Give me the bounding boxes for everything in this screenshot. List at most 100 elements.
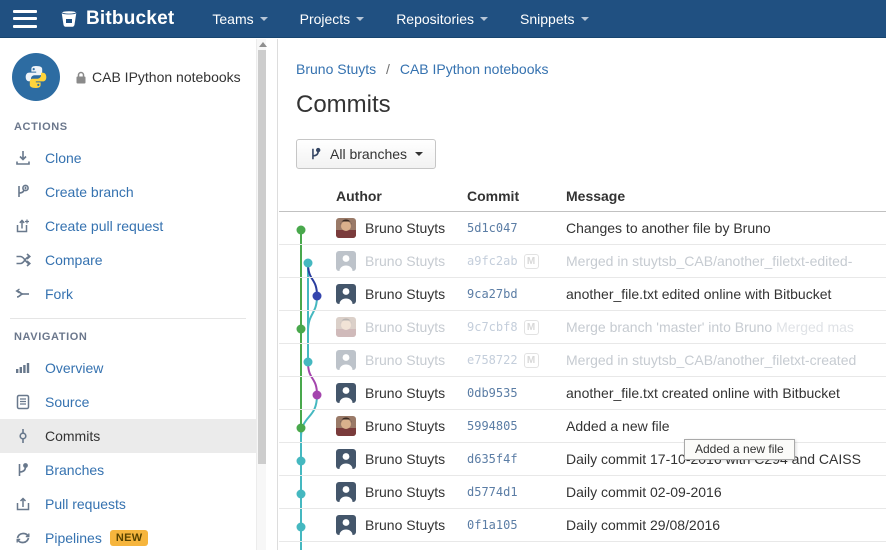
- navbar-item-repositories[interactable]: Repositories: [380, 0, 504, 38]
- navbar-item-label: Teams: [212, 11, 253, 27]
- author-name[interactable]: Bruno Stuyts: [365, 451, 445, 467]
- pull-request-plus-icon: [14, 217, 32, 235]
- default-avatar[interactable]: [336, 284, 356, 304]
- default-avatar[interactable]: [336, 383, 356, 403]
- author-cell: Bruno Stuyts: [336, 515, 467, 535]
- author-name[interactable]: Bruno Stuyts: [365, 418, 445, 434]
- sidebar-item-overview[interactable]: Overview: [0, 351, 256, 385]
- breadcrumb-owner-link[interactable]: Bruno Stuyts: [296, 61, 376, 77]
- commits-table: Author Commit Message Bruno Stuyts 5d1c0…: [279, 184, 886, 550]
- sidebar-item-create-pull-request[interactable]: Create pull request: [0, 209, 256, 243]
- table-row[interactable]: Bruno Stuyts a9fc2ab M Merged in stuytsb…: [279, 245, 886, 278]
- sidebar-item-label: Commits: [45, 428, 100, 444]
- user-photo-avatar[interactable]: [336, 416, 356, 436]
- author-name[interactable]: Bruno Stuyts: [365, 517, 445, 533]
- scrollbar-up-arrow[interactable]: [259, 42, 267, 47]
- commit-hash-link[interactable]: 0f1a105: [467, 518, 518, 532]
- default-avatar[interactable]: [336, 449, 356, 469]
- sidebar-item-branches[interactable]: Branches: [0, 453, 256, 487]
- commit-hash-link[interactable]: 9ca27bd: [467, 287, 518, 301]
- commit-hash-link[interactable]: 9c7cbf8: [467, 320, 518, 334]
- sidebar-item-pull-requests[interactable]: Pull requests: [0, 487, 256, 521]
- commit-cell: a9fc2ab M: [467, 254, 566, 269]
- author-cell: Bruno Stuyts: [336, 251, 467, 271]
- repo-avatar[interactable]: [12, 53, 60, 101]
- default-avatar[interactable]: [336, 350, 356, 370]
- pull-requests-icon: [14, 495, 32, 513]
- sidebar-item-label: Fork: [45, 286, 73, 302]
- hamburger-menu-icon[interactable]: [13, 10, 37, 28]
- table-row[interactable]: Bruno Stuyts 0db9535 another_file.txt cr…: [279, 377, 886, 410]
- navbar-item-projects[interactable]: Projects: [284, 0, 381, 38]
- default-avatar[interactable]: [336, 482, 356, 502]
- table-row[interactable]: Bruno Stuyts d635f4f Daily commit 17-10-…: [279, 443, 886, 476]
- navbar-item-teams[interactable]: Teams: [196, 0, 283, 38]
- sidebar-scrollbar[interactable]: [256, 39, 266, 550]
- commit-message: another_file.txt edited online with Bitb…: [566, 286, 886, 302]
- commit-hash-link[interactable]: e758722: [467, 353, 518, 367]
- bitbucket-logo[interactable]: Bitbucket: [59, 8, 174, 30]
- navbar-menu: Teams Projects Repositories Snippets: [196, 0, 604, 38]
- author-name[interactable]: Bruno Stuyts: [365, 253, 445, 269]
- merge-badge: M: [524, 353, 539, 368]
- navbar-item-label: Projects: [300, 11, 351, 27]
- chevron-down-icon: [260, 17, 268, 21]
- author-name[interactable]: Bruno Stuyts: [365, 352, 445, 368]
- actions-section-label: ACTIONS: [14, 121, 68, 133]
- author-name[interactable]: Bruno Stuyts: [365, 484, 445, 500]
- brand-name: Bitbucket: [86, 8, 174, 30]
- author-name[interactable]: Bruno Stuyts: [365, 385, 445, 401]
- navbar-item-snippets[interactable]: Snippets: [504, 0, 604, 38]
- table-row[interactable]: Bruno Stuyts d5774d1 Daily commit 02-09-…: [279, 476, 886, 509]
- table-row[interactable]: Bruno Stuyts 9c7cbf8 M Merge branch 'mas…: [279, 311, 886, 344]
- commit-hash-link[interactable]: 5d1c047: [467, 221, 518, 235]
- compare-icon: [14, 251, 32, 269]
- table-row[interactable]: Bruno Stuyts 5994805 Added a new file: [279, 410, 886, 443]
- author-name[interactable]: Bruno Stuyts: [365, 220, 445, 236]
- table-row[interactable]: Bruno Stuyts e758722 M Merged in stuytsb…: [279, 344, 886, 377]
- commit-message: Changes to another file by Bruno: [566, 220, 886, 236]
- commit-hash-link[interactable]: 5994805: [467, 419, 518, 433]
- python-logo-icon: [21, 62, 51, 92]
- table-row[interactable]: Bruno Stuyts 0f1a105 Daily commit 29/08/…: [279, 509, 886, 542]
- author-cell: Bruno Stuyts: [336, 482, 467, 502]
- bucket-icon: [59, 9, 79, 29]
- sidebar-item-source[interactable]: Source: [0, 385, 256, 419]
- table-row[interactable]: Bruno Stuyts 9ca27bd another_file.txt ed…: [279, 278, 886, 311]
- page-title: Commits: [296, 91, 391, 119]
- commit-hash-link[interactable]: d635f4f: [467, 452, 518, 466]
- author-name[interactable]: Bruno Stuyts: [365, 319, 445, 335]
- default-avatar[interactable]: [336, 251, 356, 271]
- overview-icon: [14, 359, 32, 377]
- commit-cell: 9ca27bd: [467, 287, 566, 301]
- sidebar-item-compare[interactable]: Compare: [0, 243, 256, 277]
- scrollbar-thumb[interactable]: [258, 50, 266, 464]
- sidebar-item-fork[interactable]: Fork: [0, 277, 256, 311]
- commit-cell: d5774d1: [467, 485, 566, 499]
- default-avatar[interactable]: [336, 515, 356, 535]
- breadcrumb-repo-link[interactable]: CAB IPython notebooks: [400, 61, 549, 77]
- branch-filter-button[interactable]: All branches: [296, 139, 436, 169]
- commit-cell: 5994805: [467, 419, 566, 433]
- sidebar-item-label: Pipelines: [45, 530, 102, 546]
- lock-icon: [75, 71, 87, 84]
- author-name[interactable]: Bruno Stuyts: [365, 286, 445, 302]
- sidebar-item-create-branch[interactable]: Create branch: [0, 175, 256, 209]
- sidebar-item-label: Clone: [45, 150, 82, 166]
- sidebar-item-commits[interactable]: Commits: [0, 419, 256, 453]
- fork-icon: [14, 285, 32, 303]
- commit-hash-link[interactable]: d5774d1: [467, 485, 518, 499]
- commit-hash-link[interactable]: 0db9535: [467, 386, 518, 400]
- sidebar-item-clone[interactable]: Clone: [0, 141, 256, 175]
- commit-hash-link[interactable]: a9fc2ab: [467, 254, 518, 268]
- merge-badge: M: [524, 320, 539, 335]
- author-cell: Bruno Stuyts: [336, 350, 467, 370]
- commit-message: another_file.txt created online with Bit…: [566, 385, 886, 401]
- author-cell: Bruno Stuyts: [336, 317, 467, 337]
- user-photo-avatar[interactable]: [336, 317, 356, 337]
- main-content: Bruno Stuyts / CAB IPython notebooks Com…: [279, 39, 886, 550]
- table-row[interactable]: Bruno Stuyts 5d1c047 Changes to another …: [279, 212, 886, 245]
- commit-message: Added a new file: [566, 418, 886, 434]
- user-photo-avatar[interactable]: [336, 218, 356, 238]
- commit-cell: d635f4f: [467, 452, 566, 466]
